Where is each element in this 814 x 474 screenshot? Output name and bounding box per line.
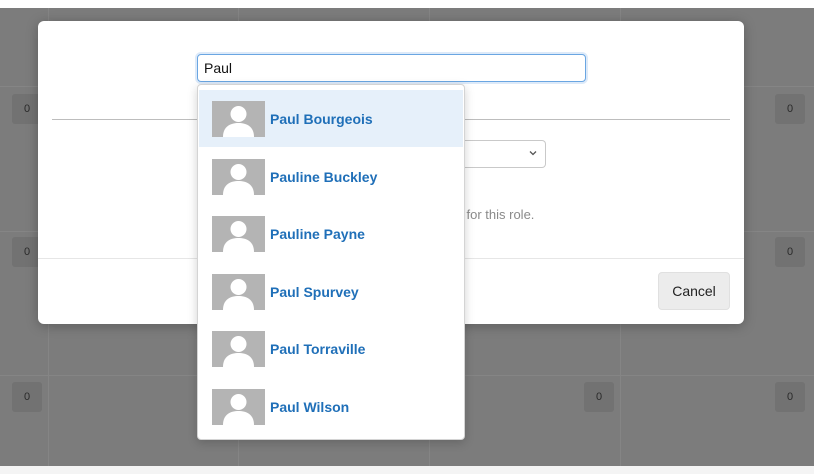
search-result-name: Pauline Payne	[270, 225, 365, 242]
search-result-item[interactable]: Pauline Payne	[199, 205, 463, 262]
search-result-name: Paul Torraville	[270, 340, 366, 357]
search-result-name: Pauline Buckley	[270, 168, 378, 185]
search-result-item[interactable]: Paul Wilson	[199, 378, 463, 435]
cell-count-badge: 0	[775, 382, 805, 412]
avatar-placeholder-icon	[212, 215, 265, 252]
search-result-name: Paul Spurvey	[270, 283, 359, 300]
avatar-placeholder-icon	[212, 330, 265, 367]
search-result-name: Paul Bourgeois	[270, 110, 373, 127]
cell-count-badge: 0	[584, 382, 614, 412]
window-top-strip	[0, 0, 814, 8]
avatar-placeholder-icon	[212, 158, 265, 195]
chevron-down-icon	[529, 151, 537, 156]
search-results-dropdown: Paul Bourgeois Pauline Buckley Pauline Pay…	[197, 84, 465, 440]
search-result-item[interactable]: Paul Bourgeois	[199, 90, 463, 147]
cancel-button[interactable]: Cancel	[658, 272, 730, 310]
avatar-placeholder-icon	[212, 388, 265, 425]
search-result-item[interactable]: Paul Spurvey	[199, 263, 463, 320]
avatar-placeholder-icon	[212, 100, 265, 137]
cell-count-badge: 0	[775, 237, 805, 267]
role-status-text: l for this role.	[460, 207, 535, 222]
avatar-placeholder-icon	[212, 273, 265, 310]
user-search-input[interactable]	[197, 54, 586, 82]
role-select[interactable]	[458, 140, 546, 168]
search-result-item[interactable]: Pauline Buckley	[199, 148, 463, 205]
window-bottom-strip	[0, 466, 814, 474]
cell-count-badge: 0	[775, 94, 805, 124]
cell-count-badge: 0	[12, 382, 42, 412]
search-result-name: Paul Wilson	[270, 398, 350, 415]
search-result-item[interactable]: Paul Torraville	[199, 320, 463, 377]
